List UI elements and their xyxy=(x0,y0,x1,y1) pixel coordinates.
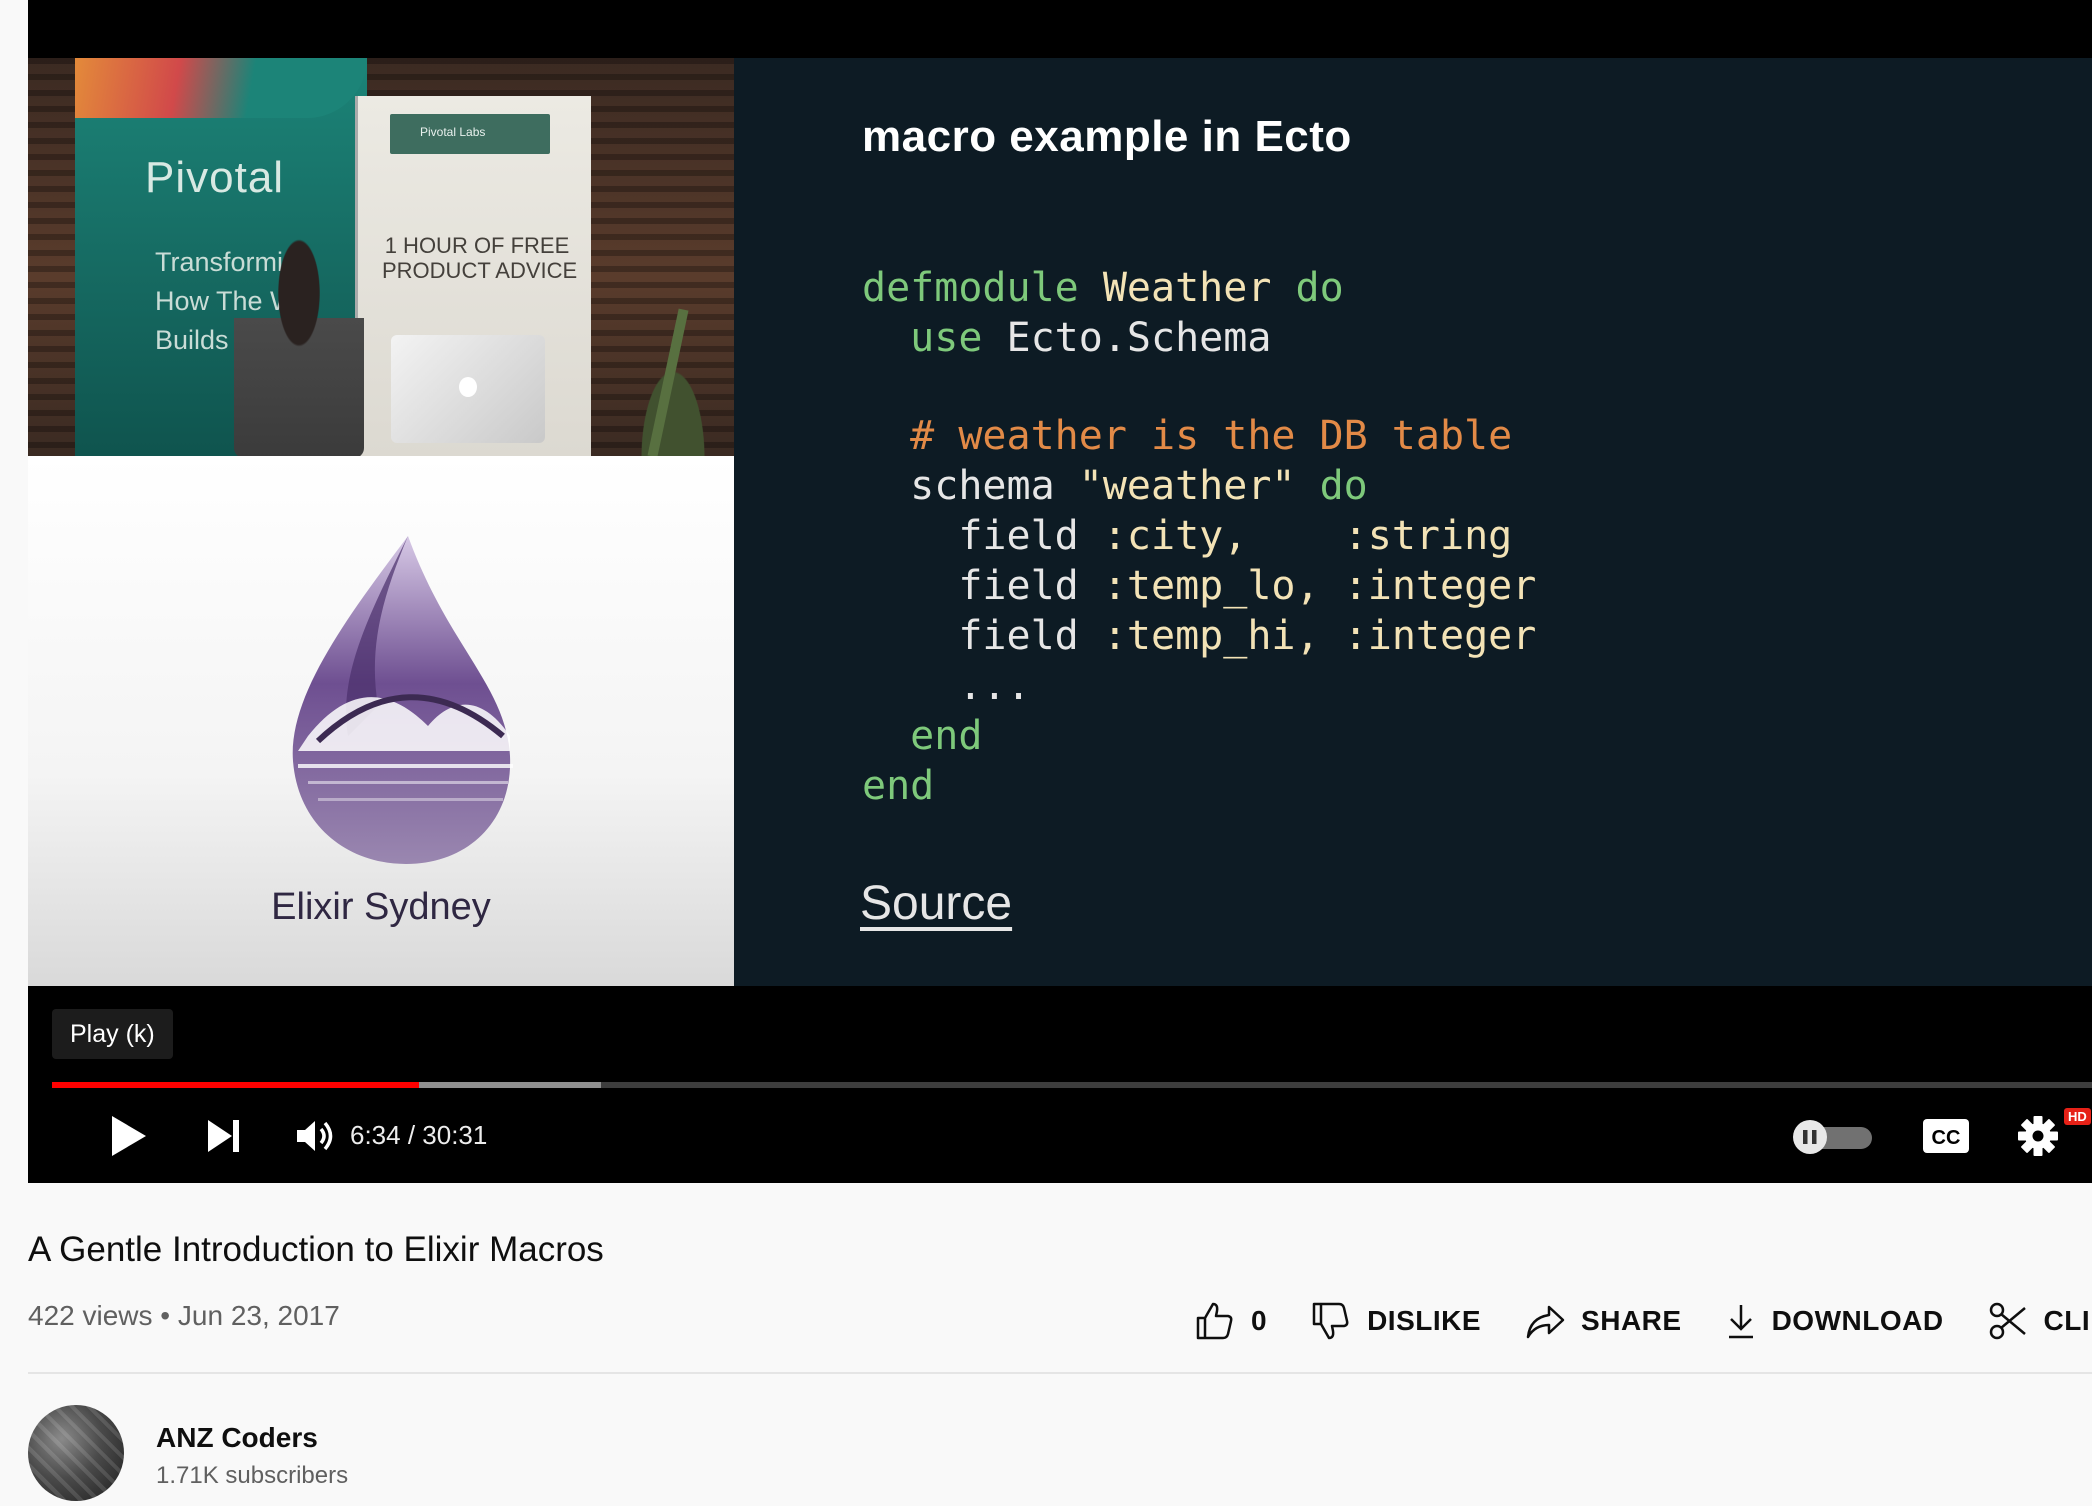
code-token: field xyxy=(862,563,1103,609)
code-line: field :city, :string xyxy=(862,511,1536,561)
settings-icon xyxy=(2018,1116,2058,1156)
code-token: field xyxy=(862,613,1103,659)
volume-icon xyxy=(297,1121,333,1151)
code-token: :city, xyxy=(1102,513,1344,559)
upload-date: Jun 23, 2017 xyxy=(177,1300,340,1331)
clip-button[interactable]: CLIP xyxy=(1988,1301,2092,1341)
code-token: # weather is the DB table xyxy=(862,413,1513,459)
code-token: do xyxy=(1295,265,1344,311)
code-token: Weather xyxy=(1102,265,1296,311)
play-icon xyxy=(112,1116,146,1156)
labs-badge: Pivotal Labs xyxy=(390,114,550,154)
progress-played xyxy=(52,1082,420,1088)
svg-text:CC: CC xyxy=(1932,1127,1961,1149)
subscriber-count: 1.71K subscribers xyxy=(156,1462,349,1489)
code-token: end xyxy=(862,763,935,809)
code-line: field :temp_hi, :integer xyxy=(862,611,1536,661)
dislike-button[interactable]: DISLIKE xyxy=(1311,1301,1481,1341)
progress-bar[interactable] xyxy=(52,1082,2092,1088)
volume-button[interactable] xyxy=(272,1110,362,1162)
code-line: # weather is the DB table xyxy=(862,411,1536,461)
play-tooltip: Play (k) xyxy=(52,1009,173,1059)
dislike-label: DISLIKE xyxy=(1367,1305,1482,1336)
share-label: SHARE xyxy=(1581,1305,1682,1336)
code-block: defmodule Weather do use Ecto.Schema # w… xyxy=(862,263,1536,811)
labs-offer-text: 1 HOUR OF FREE PRODUCT ADVICE xyxy=(382,233,578,283)
code-line: end xyxy=(862,711,1536,761)
like-button[interactable]: 0 xyxy=(1195,1301,1267,1341)
view-count: 422 views xyxy=(28,1300,153,1331)
code-line: schema "weather" do xyxy=(862,461,1536,511)
code-line: field :temp_lo, :integer xyxy=(862,561,1536,611)
code-token: :string xyxy=(1343,513,1513,559)
code-line: end xyxy=(862,761,1536,811)
plant xyxy=(618,308,728,456)
code-line: ... xyxy=(862,661,1536,711)
like-count: 0 xyxy=(1251,1305,1268,1336)
divider xyxy=(28,1372,2092,1374)
autoplay-toggle-icon[interactable] xyxy=(1786,1120,1896,1154)
next-icon xyxy=(208,1120,239,1152)
banner-brand: Pivotal xyxy=(145,153,285,202)
download-label: DOWNLOAD xyxy=(1771,1305,1944,1336)
speaker xyxy=(234,238,364,456)
thumbs-up-icon xyxy=(1196,1302,1233,1340)
code-token: :integer xyxy=(1343,563,1537,609)
code-line: use Ecto.Schema xyxy=(862,313,1536,363)
camera-feed: Pivotal Transformin How The Wo Builds So… xyxy=(28,58,734,456)
code-line: defmodule Weather do xyxy=(862,263,1536,313)
video-player[interactable]: Pivotal Transformin How The Wo Builds So… xyxy=(28,0,2092,1183)
code-token: field xyxy=(862,513,1103,559)
code-token: end xyxy=(862,713,983,759)
captions-icon: CC xyxy=(1923,1119,1969,1153)
elixir-drop-logo xyxy=(292,536,513,864)
video-frame[interactable]: Pivotal Transformin How The Wo Builds So… xyxy=(28,58,2092,986)
code-slide: macro example in Ecto defmodule Weather … xyxy=(734,58,2092,986)
clip-label: CLIP xyxy=(2043,1305,2092,1336)
logo-panel: Elixir Sydney xyxy=(28,456,734,986)
code-token: defmodule xyxy=(862,265,1103,311)
scissors-icon xyxy=(1989,1302,2026,1340)
code-token: :temp_lo, xyxy=(1102,563,1344,609)
source-link[interactable]: Source xyxy=(860,876,1012,931)
logo-caption: Elixir Sydney xyxy=(271,886,491,928)
hd-badge: HD xyxy=(2064,1108,2091,1125)
video-title: A Gentle Introduction to Elixir Macros xyxy=(28,1230,604,1269)
code-token: "weather" xyxy=(1078,463,1320,509)
play-button[interactable] xyxy=(78,1110,178,1162)
channel-name[interactable]: ANZ Coders xyxy=(156,1422,318,1454)
captions-button[interactable]: CC xyxy=(1896,1110,1996,1162)
code-token: use xyxy=(862,315,1007,361)
time-display: 6:34 / 30:31 xyxy=(350,1120,488,1150)
share-button[interactable]: SHARE xyxy=(1525,1301,1682,1341)
action-bar: 0 DISLIKE SHARE DOWNLOAD CLIP xyxy=(1195,1297,2092,1345)
code-token: do xyxy=(1319,463,1368,509)
code-token: schema xyxy=(862,463,1079,509)
video-meta: 422 views • Jun 23, 2017 xyxy=(28,1300,340,1332)
meta-separator: • xyxy=(160,1300,171,1331)
next-button[interactable] xyxy=(176,1110,272,1162)
channel-avatar[interactable] xyxy=(28,1405,124,1501)
code-token: :integer xyxy=(1343,613,1537,659)
code-token: ... xyxy=(862,663,1031,709)
laptop xyxy=(391,335,545,443)
share-icon xyxy=(1526,1305,1565,1339)
slide-title: macro example in Ecto xyxy=(862,112,1352,161)
thumbs-down-icon xyxy=(1312,1302,1349,1340)
code-token: Ecto.Schema xyxy=(1006,315,1272,361)
download-button[interactable]: DOWNLOAD xyxy=(1726,1301,1944,1341)
download-icon xyxy=(1728,1305,1753,1339)
code-token: :temp_hi, xyxy=(1102,613,1344,659)
